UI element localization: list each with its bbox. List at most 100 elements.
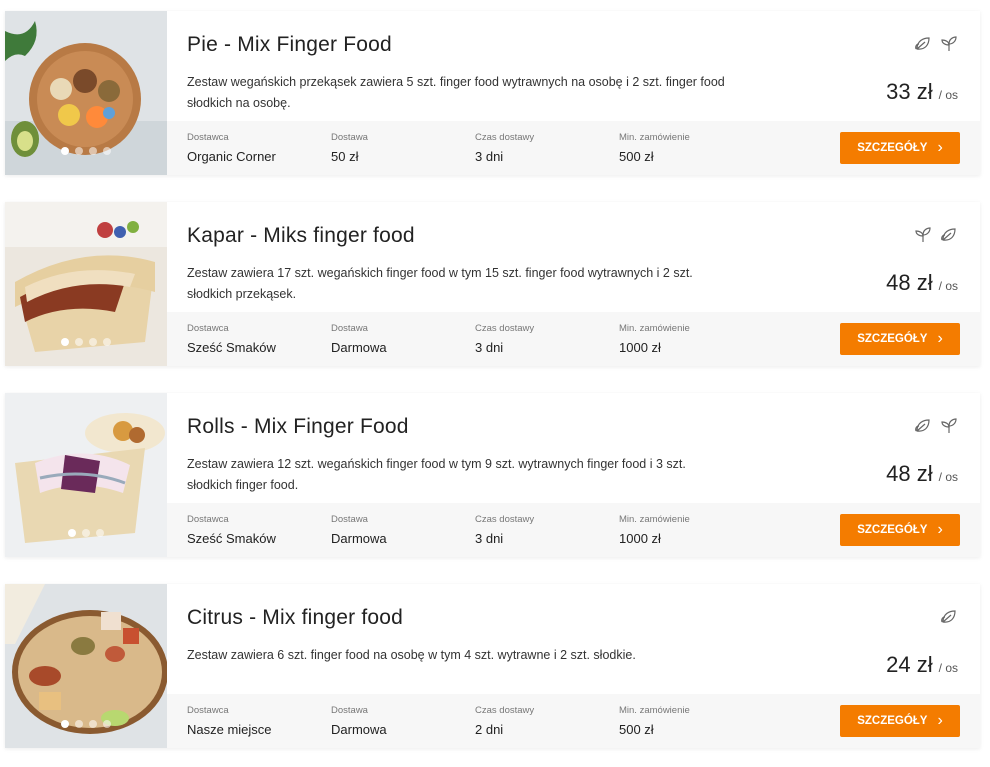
offer-title[interactable]: Rolls - Mix Finger Food (187, 415, 409, 439)
carousel-dot[interactable] (103, 147, 111, 155)
carousel-dot[interactable] (61, 720, 69, 728)
vegan-leaf-icon (940, 608, 958, 626)
vegetarian-sprout-icon (914, 226, 932, 244)
vegetarian-sprout-icon (940, 417, 958, 435)
details-button-label: SZCZEGÓŁY (857, 142, 928, 154)
min-order-value: 1000 zł (619, 531, 661, 546)
delivery-info: Dostawa Darmowa (331, 323, 387, 355)
delivery-label: Dostawa (331, 514, 368, 525)
chevron-right-icon: › (937, 521, 943, 538)
price-unit: / os (938, 470, 958, 484)
price-value: 24 zł (886, 652, 933, 677)
delivery-value: Darmowa (331, 340, 387, 355)
details-button-label: SZCZEGÓŁY (857, 715, 928, 727)
delivery-time-value: 2 dni (475, 722, 504, 737)
offer-photo[interactable] (5, 393, 167, 557)
offer-title[interactable]: Kapar - Miks finger food (187, 224, 415, 248)
supplier-label: Dostawca (187, 132, 229, 143)
min-order-info: Min. zamówienie 1000 zł (619, 514, 690, 546)
offer-price: 24 zł / os (886, 652, 958, 678)
details-button[interactable]: SZCZEGÓŁY › (840, 132, 960, 164)
carousel-dot[interactable] (89, 147, 97, 155)
delivery-time-label: Czas dostawy (475, 514, 535, 525)
delivery-time-info: Czas dostawy 3 dni (475, 323, 534, 355)
delivery-time-info: Czas dostawy 3 dni (475, 514, 534, 546)
details-button[interactable]: SZCZEGÓŁY › (840, 705, 960, 737)
offer-title[interactable]: Pie - Mix Finger Food (187, 33, 392, 57)
carousel-dot[interactable] (89, 720, 97, 728)
offer-price: 33 zł / os (886, 79, 958, 105)
chevron-right-icon: › (937, 139, 943, 156)
supplier-info: Dostawca Nasze miejsce (187, 705, 272, 737)
carousel-dot[interactable] (82, 529, 90, 537)
offer-description: Zestaw wegańskich przekąsek zawiera 5 sz… (187, 75, 725, 110)
carousel-dot[interactable] (96, 529, 104, 537)
delivery-label: Dostawa (331, 323, 368, 334)
min-order-label: Min. zamówienie (619, 705, 690, 716)
delivery-time-value: 3 dni (475, 149, 504, 164)
delivery-time-label: Czas dostawy (475, 323, 535, 334)
carousel-dot[interactable] (68, 529, 76, 537)
offer-card[interactable]: Rolls - Mix Finger Food Zestaw zawiera 1… (5, 393, 980, 557)
price-value: 33 zł (886, 79, 933, 104)
carousel-dot[interactable] (103, 338, 111, 346)
supplier-value: Sześć Smaków (187, 531, 276, 546)
details-button[interactable]: SZCZEGÓŁY › (840, 514, 960, 546)
supplier-value: Nasze miejsce (187, 722, 272, 737)
min-order-info: Min. zamówienie 1000 zł (619, 323, 690, 355)
diet-tags (914, 35, 958, 53)
min-order-label: Min. zamówienie (619, 323, 690, 334)
offer-price: 48 zł / os (886, 270, 958, 296)
min-order-info: Min. zamówienie 500 zł (619, 132, 690, 164)
delivery-info: Dostawa Darmowa (331, 514, 387, 546)
carousel-dot[interactable] (103, 720, 111, 728)
carousel-dots (5, 338, 167, 346)
delivery-time-value: 3 dni (475, 531, 504, 546)
supplier-info: Dostawca Organic Corner (187, 132, 276, 164)
diet-tags (914, 417, 958, 435)
diet-tags (940, 608, 958, 626)
offer-info-bar: Dostawca Sześć Smaków Dostawa Darmowa Cz… (167, 503, 980, 557)
offer-description: Zestaw zawiera 12 szt. wegańskich finger… (187, 457, 686, 492)
price-unit: / os (938, 279, 958, 293)
min-order-info: Min. zamówienie 500 zł (619, 705, 690, 737)
vegan-leaf-icon (940, 226, 958, 244)
supplier-label: Dostawca (187, 323, 229, 334)
delivery-info: Dostawa 50 zł (331, 132, 368, 164)
price-unit: / os (938, 88, 958, 102)
min-order-value: 500 zł (619, 149, 654, 164)
carousel-dot[interactable] (61, 338, 69, 346)
carousel-dot[interactable] (61, 147, 69, 155)
offer-card[interactable]: Pie - Mix Finger Food Zestaw wegańskich … (5, 11, 980, 175)
offer-info-bar: Dostawca Sześć Smaków Dostawa Darmowa Cz… (167, 312, 980, 366)
carousel-dot[interactable] (75, 338, 83, 346)
chevron-right-icon: › (937, 330, 943, 347)
price-value: 48 zł (886, 461, 933, 486)
offer-photo[interactable] (5, 202, 167, 366)
delivery-time-value: 3 dni (475, 340, 504, 355)
carousel-dot[interactable] (75, 147, 83, 155)
carousel-dot[interactable] (75, 720, 83, 728)
delivery-label: Dostawa (331, 705, 368, 716)
offer-list: Pie - Mix Finger Food Zestaw wegańskich … (0, 0, 990, 767)
supplier-label: Dostawca (187, 705, 229, 716)
offer-photo[interactable] (5, 11, 167, 175)
offer-info-bar: Dostawca Nasze miejsce Dostawa Darmowa C… (167, 694, 980, 748)
carousel-dots (5, 529, 167, 537)
offer-card[interactable]: Kapar - Miks finger food Zestaw zawiera … (5, 202, 980, 366)
offer-price: 48 zł / os (886, 461, 958, 487)
offer-content: Pie - Mix Finger Food Zestaw wegańskich … (167, 11, 980, 175)
delivery-time-info: Czas dostawy 3 dni (475, 132, 534, 164)
offer-description: Zestaw zawiera 17 szt. wegańskich finger… (187, 266, 693, 301)
offer-title[interactable]: Citrus - Mix finger food (187, 606, 403, 630)
price-value: 48 zł (886, 270, 933, 295)
carousel-dot[interactable] (89, 338, 97, 346)
details-button-label: SZCZEGÓŁY (857, 524, 928, 536)
offer-card[interactable]: Citrus - Mix finger food Zestaw zawiera … (5, 584, 980, 748)
price-unit: / os (938, 661, 958, 675)
vegan-leaf-icon (914, 35, 932, 53)
offer-content: Citrus - Mix finger food Zestaw zawiera … (167, 584, 980, 748)
supplier-label: Dostawca (187, 514, 229, 525)
details-button[interactable]: SZCZEGÓŁY › (840, 323, 960, 355)
offer-photo[interactable] (5, 584, 167, 748)
